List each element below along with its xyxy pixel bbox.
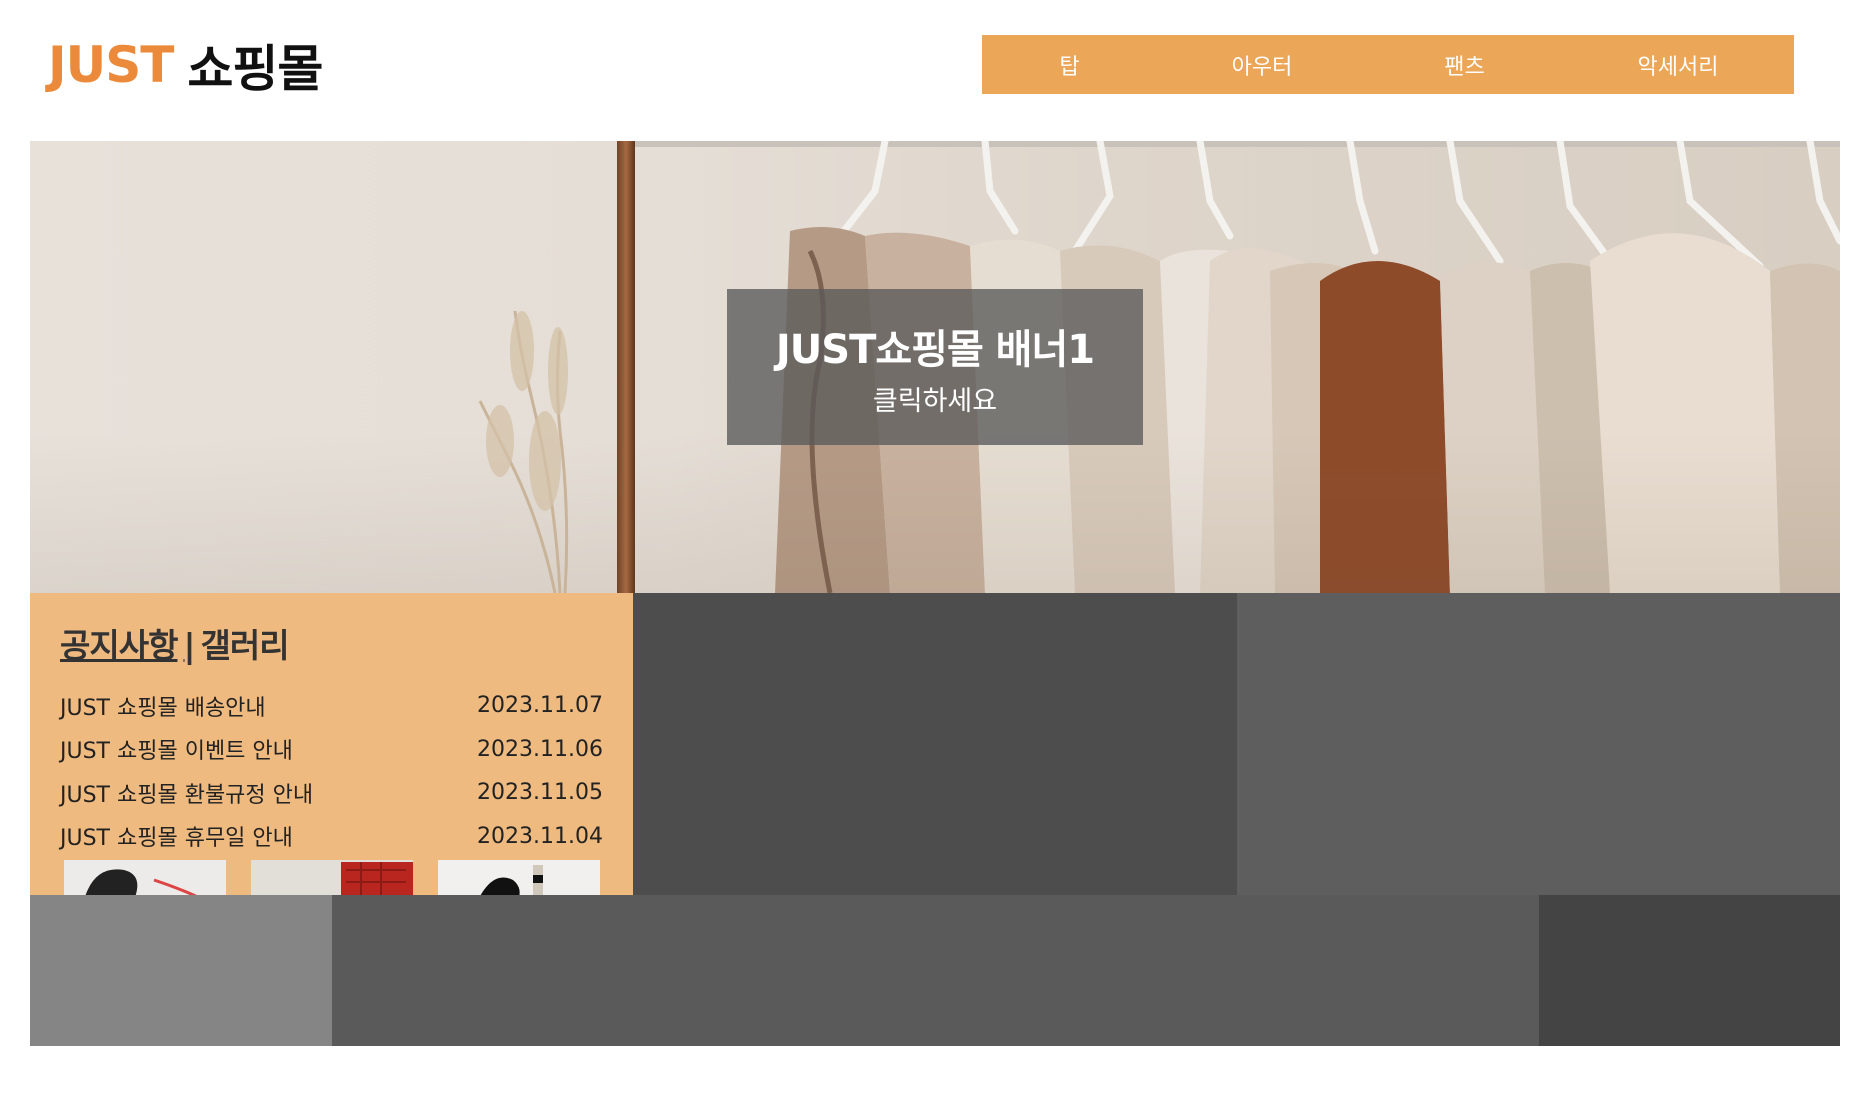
site-logo[interactable]: JUST 쇼핑몰 [48, 36, 323, 98]
gallery-thumb-bag[interactable] [251, 860, 413, 895]
notice-item[interactable]: JUST 쇼핑몰 이벤트 안내 2023.11.06 [60, 728, 603, 772]
notice-item-title: JUST 쇼핑몰 환불규정 안내 [60, 782, 314, 808]
banner-title: JUST쇼핑몰 배너1 [775, 327, 1095, 373]
banner-subtitle: 클릭하세요 [872, 386, 998, 417]
hero-banner[interactable]: JUST쇼핑몰 배너1 클릭하세요 [30, 141, 1840, 593]
notice-item-date: 2023.11.07 [477, 693, 603, 719]
gallery-thumbnails [64, 860, 604, 895]
tab-gallery[interactable]: 갤러리 [201, 626, 290, 665]
tab-notice[interactable]: 공지사항 [60, 626, 178, 665]
notice-item[interactable]: JUST 쇼핑몰 휴무일 안내 2023.11.04 [60, 815, 603, 859]
nav-item-top[interactable]: 탑 [982, 49, 1157, 81]
logo-mall-text: 쇼핑몰 [187, 40, 323, 98]
footer-tile[interactable] [30, 895, 332, 1046]
notice-item-date: 2023.11.06 [477, 736, 603, 762]
footer-tile[interactable] [332, 895, 1539, 1046]
gallery-thumb-shoes[interactable] [64, 860, 226, 895]
nav-item-outer[interactable]: 아우터 [1157, 49, 1367, 81]
banner-shadow [30, 433, 1840, 593]
notice-item-date: 2023.11.04 [477, 823, 603, 849]
nav-item-pants[interactable]: 팬츠 [1367, 49, 1562, 81]
notice-item-title: JUST 쇼핑몰 이벤트 안내 [60, 739, 293, 765]
notice-list: JUST 쇼핑몰 배송안내 2023.11.07 JUST 쇼핑몰 이벤트 안내… [60, 684, 603, 858]
notice-panel: 공지사항 | 갤러리 JUST 쇼핑몰 배송안내 2023.11.07 JUST 쇼… [30, 593, 633, 895]
banner-caption[interactable]: JUST쇼핑몰 배너1 클릭하세요 [727, 289, 1143, 445]
notice-item[interactable]: JUST 쇼핑몰 배송안내 2023.11.07 [60, 684, 603, 728]
footer-tile[interactable] [1539, 895, 1840, 1046]
notice-item-title: JUST 쇼핑몰 배송안내 [60, 695, 266, 721]
main-nav: 탑 아우터 팬츠 악세서리 [982, 35, 1794, 94]
gallery-tile[interactable] [1237, 593, 1840, 895]
rack-pole [617, 141, 635, 593]
nav-item-accessory[interactable]: 악세서리 [1562, 49, 1794, 81]
pampas-grass-decoration [478, 310, 569, 593]
logo-just-text: JUST [48, 36, 174, 94]
notice-item-title: JUST 쇼핑몰 휴무일 안내 [60, 826, 293, 852]
notice-tabs: 공지사항 | 갤러리 [60, 619, 290, 667]
notice-item[interactable]: JUST 쇼핑몰 환불규정 안내 2023.11.05 [60, 771, 603, 815]
tab-separator: | [183, 626, 195, 665]
gallery-tile[interactable] [633, 593, 1237, 895]
notice-item-date: 2023.11.05 [477, 780, 603, 806]
gallery-thumb-sunglasses[interactable] [438, 860, 600, 895]
